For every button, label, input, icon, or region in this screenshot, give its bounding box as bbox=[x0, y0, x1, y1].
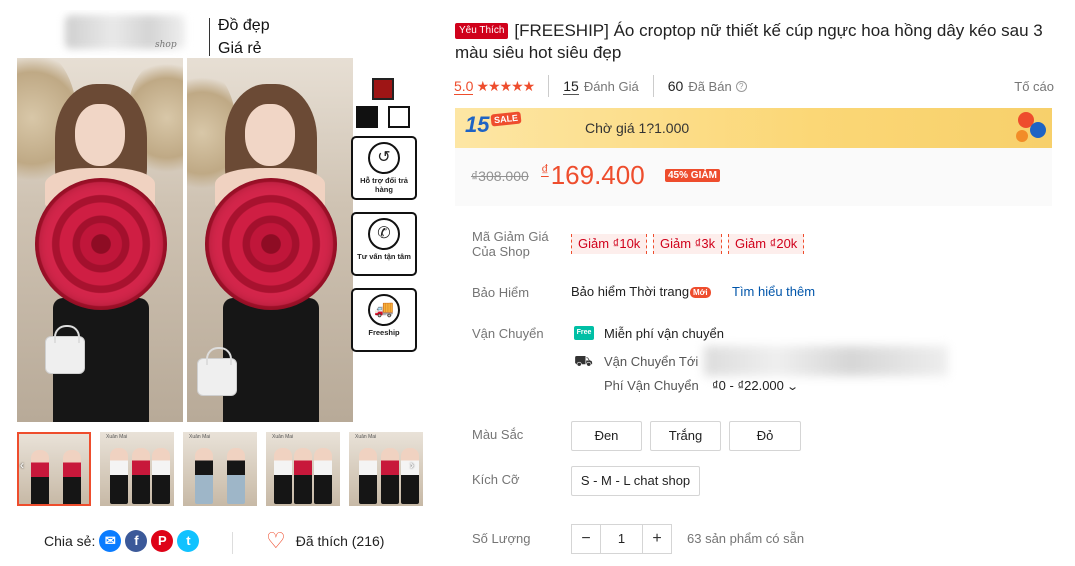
sale-price: ₫169.400 bbox=[541, 160, 645, 190]
favorite-badge: Yêu Thích bbox=[455, 23, 509, 39]
free-shipping-icon: Free bbox=[574, 326, 594, 340]
facebook-icon[interactable]: f bbox=[125, 530, 148, 552]
ship-fee-label: Phí Vận Chuyển bbox=[604, 378, 699, 393]
product-photo-left bbox=[17, 58, 183, 422]
handbag bbox=[45, 325, 85, 374]
twitter-icon[interactable]: t bbox=[177, 530, 200, 552]
price-box: ₫308.000 ₫169.400 45% GIẢM bbox=[455, 148, 1052, 206]
share-label: Chia sẻ: bbox=[44, 533, 96, 549]
original-price: ₫308.000 bbox=[471, 168, 529, 184]
new-tag: Mới bbox=[690, 287, 711, 298]
like-button[interactable]: ♡ Đã thích (216) bbox=[266, 528, 385, 553]
flash-sale-banner: 15 SALE Chờ giá 1?1.000 bbox=[455, 108, 1052, 148]
product-title-text: [FREESHIP] Áo croptop nữ thiết kế cúp ng… bbox=[455, 21, 1043, 62]
thumbnail-label: Xuân Mai bbox=[272, 434, 294, 440]
blurred-address[interactable] bbox=[704, 346, 948, 376]
free-shipping-truck-icon: 🚚 bbox=[368, 294, 400, 326]
thumbnail-label: Xuân Mai bbox=[106, 434, 128, 440]
product-title: Yêu Thích [FREESHIP] Áo croptop nữ thiết … bbox=[455, 20, 1055, 64]
report-link[interactable]: Tố cáo bbox=[1014, 79, 1054, 94]
rating-score[interactable]: 5.0 bbox=[454, 78, 474, 95]
brand-line-1: Đồ đẹp bbox=[218, 17, 270, 34]
chevron-right-icon[interactable]: › bbox=[410, 458, 414, 472]
phone-icon: ✆ bbox=[368, 218, 400, 250]
decrease-button[interactable]: − bbox=[572, 525, 600, 553]
divider bbox=[232, 532, 233, 554]
voucher-10k[interactable]: Giảm ₫10k bbox=[571, 234, 648, 254]
consulting-badge: ✆ Tư vấn tận tâm bbox=[351, 212, 417, 276]
color-option-white[interactable]: Trắng bbox=[650, 421, 721, 451]
badge-text: Freeship bbox=[368, 328, 400, 337]
voucher-label: Mã Giảm Giá Của Shop bbox=[472, 229, 549, 259]
quantity-label: Số Lượng bbox=[472, 531, 531, 546]
size-option[interactable]: S - M - L chat shop bbox=[571, 466, 700, 496]
share-row: Chia sẻ: ✉ f P t bbox=[44, 530, 200, 552]
ship-fee-value[interactable]: ₫0 - ₫22.000 ⌄ bbox=[712, 378, 799, 393]
badge-text: Hỗ trợ đổi trả hàng bbox=[360, 176, 408, 194]
thumbnail-4[interactable]: Xuân Mai bbox=[266, 432, 340, 506]
divider bbox=[652, 75, 654, 97]
brand-script-text: shop bbox=[155, 40, 177, 50]
discount-badge: 45% GIẢM bbox=[665, 169, 720, 182]
flash-sale-text: Chờ giá 1?1.000 bbox=[585, 120, 690, 136]
stock-text: 63 sản phẩm có sẵn bbox=[687, 531, 805, 546]
voucher-3k[interactable]: Giảm ₫3k bbox=[653, 234, 723, 254]
insurance-name: Bảo hiểm Thời trang bbox=[571, 284, 690, 299]
heart-icon: ♡ bbox=[266, 528, 286, 553]
brand-line-2: Giá rẻ bbox=[218, 40, 262, 57]
handbag bbox=[197, 347, 237, 396]
color-swatch-red bbox=[372, 78, 394, 100]
voucher-20k[interactable]: Giảm ₫20k bbox=[728, 234, 805, 254]
color-option-red[interactable]: Đỏ bbox=[729, 421, 801, 451]
rose-top bbox=[35, 178, 167, 310]
divider bbox=[548, 75, 550, 97]
help-icon[interactable]: ? bbox=[735, 80, 747, 92]
shipping-label: Vận Chuyển bbox=[472, 326, 544, 341]
thumbnail-2[interactable]: Xuân Mai bbox=[100, 432, 174, 506]
like-count: Đã thích (216) bbox=[295, 533, 385, 549]
color-option-black[interactable]: Đen bbox=[571, 421, 642, 451]
ship-to-label: Vận Chuyển Tới bbox=[604, 354, 699, 369]
learn-more-link[interactable]: Tìm hiểu thêm bbox=[732, 284, 815, 299]
shop-brand-header: shop Đồ đẹp Giá rẻ bbox=[15, 10, 355, 58]
brand-divider bbox=[209, 18, 210, 56]
size-label: Kích Cỡ bbox=[472, 472, 520, 487]
color-swatch-black bbox=[356, 106, 378, 128]
thumbnail-label: Xuân Mai bbox=[189, 434, 211, 440]
color-label: Màu Sắc bbox=[472, 427, 524, 442]
badge-text: Tư vấn tận tâm bbox=[357, 252, 411, 261]
messenger-icon[interactable]: ✉ bbox=[99, 530, 122, 552]
sold-count: 60 bbox=[667, 78, 684, 94]
chevron-down-icon: ⌄ bbox=[786, 381, 799, 393]
rose-top bbox=[205, 178, 337, 310]
pinterest-icon[interactable]: P bbox=[151, 530, 174, 552]
quantity-stepper: − 1 + bbox=[571, 524, 672, 554]
flower-decoration-icon bbox=[1012, 110, 1048, 146]
main-product-image[interactable]: shop Đồ đẹp Giá rẻ bbox=[15, 10, 355, 422]
sale-15-logo: 15 SALE bbox=[457, 110, 523, 146]
insurance-label: Bảo Hiểm bbox=[472, 285, 530, 300]
reviews-count[interactable]: 15 bbox=[563, 78, 579, 95]
color-swatch-white bbox=[388, 106, 410, 128]
product-photo-right bbox=[187, 58, 353, 422]
reviews-label: Đánh Giá bbox=[583, 78, 639, 94]
return-box-icon: ↺ bbox=[368, 142, 400, 174]
freeship-badge: 🚚 Freeship bbox=[351, 288, 417, 352]
return-support-badge: ↺ Hỗ trợ đổi trả hàng bbox=[351, 136, 417, 200]
sold-label: Đã Bán bbox=[688, 78, 732, 94]
thumbnail-label: Xuân Mai bbox=[355, 434, 377, 440]
truck-icon: ⛟ bbox=[574, 353, 593, 370]
chevron-left-icon[interactable]: ‹ bbox=[20, 458, 24, 472]
thumbnail-1[interactable] bbox=[17, 432, 91, 506]
increase-button[interactable]: + bbox=[643, 525, 671, 553]
thumbnail-3[interactable]: Xuân Mai bbox=[183, 432, 257, 506]
rating-stars: ★★★★★ bbox=[476, 77, 535, 94]
free-shipping-text: Miễn phí vận chuyển bbox=[604, 326, 724, 341]
quantity-input[interactable]: 1 bbox=[600, 525, 643, 553]
rating-row: 5.0 ★★★★★ 15 Đánh Giá 60 Đã Bán ? Tố cáo bbox=[454, 75, 1054, 97]
